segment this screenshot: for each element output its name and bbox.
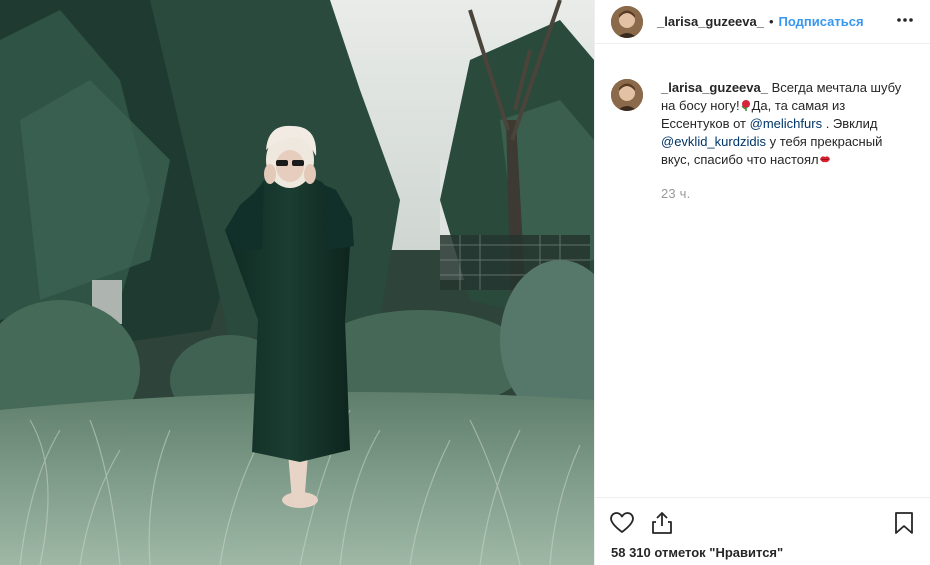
separator-dot: •	[768, 14, 774, 29]
avatar-image	[611, 5, 643, 38]
follow-button[interactable]: Подписаться	[779, 14, 864, 29]
rose-emoji-icon	[741, 100, 750, 111]
caption-text: _larisa_guzeeva_ Всегда мечтала шубу на …	[661, 79, 909, 169]
action-bar: 58 310 отметок "Нравится"	[595, 497, 930, 565]
instagram-post: _larisa_guzeeva_ • Подписаться _larisa_g…	[0, 0, 930, 565]
avatar[interactable]	[611, 5, 643, 38]
avatar[interactable]	[611, 79, 643, 111]
share-icon[interactable]	[649, 510, 675, 536]
caption-text-part: . Эвклид	[822, 116, 878, 131]
kiss-lips-emoji-icon	[819, 156, 830, 163]
caption-comment: _larisa_guzeeva_ Всегда мечтала шубу на …	[611, 79, 911, 169]
likes-count[interactable]: 58 310 отметок "Нравится"	[611, 545, 783, 560]
mention-link[interactable]: @evklid_kurdzidis	[661, 134, 766, 149]
garden-photo-image	[0, 0, 594, 565]
more-horizontal-icon[interactable]	[895, 10, 915, 30]
post-sidebar: _larisa_guzeeva_ • Подписаться _larisa_g…	[594, 0, 930, 565]
post-photo[interactable]	[0, 0, 594, 565]
mention-link[interactable]: @melichfurs	[750, 116, 822, 131]
caption-username-link[interactable]: _larisa_guzeeva_	[661, 80, 768, 95]
heart-icon[interactable]	[609, 510, 635, 536]
post-timestamp[interactable]: 23 ч.	[661, 186, 690, 201]
post-header: _larisa_guzeeva_ • Подписаться	[595, 0, 930, 44]
bookmark-icon[interactable]	[891, 510, 917, 536]
username-link[interactable]: _larisa_guzeeva_	[657, 14, 764, 29]
avatar-image	[611, 79, 643, 111]
